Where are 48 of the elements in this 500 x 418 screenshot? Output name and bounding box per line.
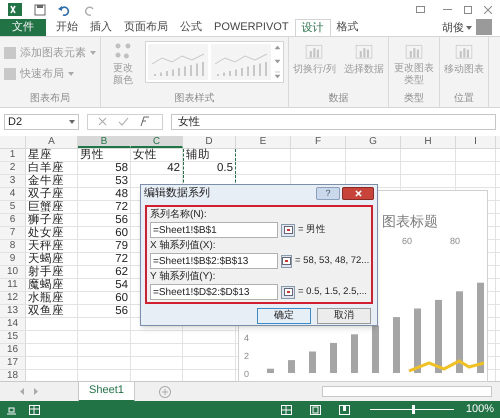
table-cell-text: 男性 [79,149,105,161]
group-label: 位置 [452,93,475,105]
table-cell-text: 女性 [132,149,158,161]
axis-label: 2 [244,350,250,362]
table-cell-text: 辅助 [185,149,211,161]
table-cell-text: 56 [114,305,129,317]
table-cell-text: 54 [114,279,129,291]
chart-title: 图表标题 [382,212,438,231]
table-cell-text: 天秤座 [27,240,65,252]
axis-label: 4 [244,332,250,344]
table-cell-text: 狮子座 [27,214,65,226]
axis-label: 0 [244,368,250,380]
table-cell-text: 0.5 [216,162,234,174]
table-cell-text: 金牛座 [27,175,65,187]
table-cell-text: 79 [114,240,129,252]
table-cell-text: 58 [114,162,129,174]
table-cell-text: 处女座 [27,227,65,239]
field-label: 系列名称(N): [150,208,208,222]
group-label: 类型 [402,93,425,105]
group-label: 图表布局 [29,93,71,105]
table-cell-text: 天蝎座 [27,253,65,265]
table-cell-text: 白羊座 [27,162,65,174]
axis-label: 60 [402,235,412,248]
series-preview: = 0.5, 1.5, 2.5,... [298,284,367,299]
table-cell-text: 水瓶座 [27,292,65,304]
group-label: 图表样式 [174,93,216,105]
table-cell-text: 42 [166,162,181,174]
table-cell-text: 48 [114,188,129,200]
group-label: 数据 [327,93,350,105]
table-cell-text: 62 [114,266,129,278]
table-cell-text: 星座 [27,149,53,161]
table-cell-text: 60 [114,227,129,239]
series-preview: = 男性 [298,222,326,237]
field-label: X 轴系列值(X): [150,239,217,253]
table-cell-text: 60 [114,292,129,304]
table-cell-text: 双子座 [27,188,65,200]
table-cell-text: 双鱼座 [27,305,65,317]
table-cell-text: 巨蟹座 [27,201,65,213]
table-cell-text: 72 [114,201,129,213]
axis-label: 80 [450,235,460,248]
series-preview: = 58, 53, 48, 72... [295,254,370,268]
table-cell-text: 射手座 [27,266,65,278]
table-cell-text: 53 [114,175,129,187]
table-cell-text: 72 [114,253,129,265]
field-label: Y 轴系列值(Y): [150,270,216,284]
table-cell-text: 魔蝎座 [27,279,65,291]
table-cell-text: 56 [114,214,129,226]
dialog-title: 编辑数据系列 [144,186,210,201]
